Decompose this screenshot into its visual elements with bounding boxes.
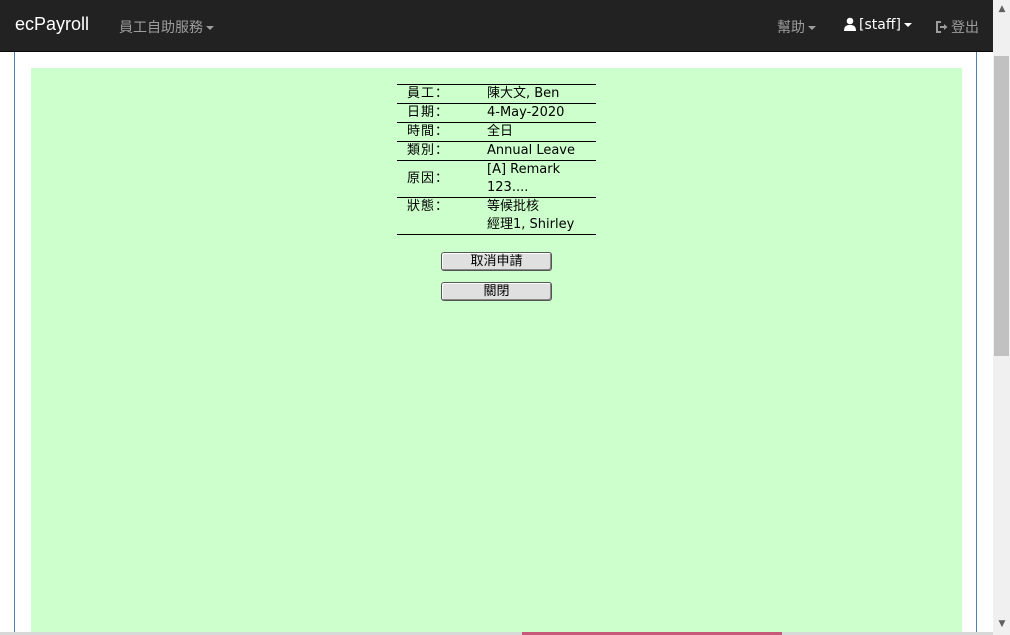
- scrollbar-thumb[interactable]: [994, 56, 1009, 356]
- menu-self-service-label: 員工自助服務: [119, 20, 203, 36]
- row-date: 日期： 4-May-2020: [397, 103, 596, 123]
- value-reason-line2: 123....: [487, 180, 529, 195]
- chevron-down-icon: [206, 26, 214, 30]
- chevron-down-icon: [903, 23, 912, 27]
- row-type: 類別： Annual Leave: [397, 141, 596, 161]
- logout-link[interactable]: 登出: [935, 17, 979, 37]
- value-reason: [A] Remark 123....: [487, 161, 596, 198]
- menu-user-label: [staff]: [859, 17, 901, 33]
- label-type: 類別：: [407, 143, 450, 158]
- label-date: 日期：: [407, 105, 450, 120]
- label-status: 狀態：: [407, 199, 450, 214]
- logout-icon: [936, 21, 948, 33]
- brand-logo[interactable]: ecPayroll: [15, 14, 89, 35]
- row-reason: 原因： [A] Remark 123....: [397, 160, 596, 198]
- row-time: 時間： 全日: [397, 122, 596, 142]
- scroll-up-arrow-icon[interactable]: ▲: [996, 3, 1008, 15]
- row-status: 狀態： 等候批核 經理1, Shirley: [397, 197, 596, 235]
- value-status-line2: 經理1, Shirley: [487, 217, 575, 232]
- cancel-application-button[interactable]: 取消申請: [441, 252, 552, 271]
- value-employee: 陳大文, Ben: [487, 86, 560, 101]
- label-reason: 原因：: [407, 171, 450, 186]
- value-status-line1: 等候批核: [487, 199, 540, 214]
- scroll-down-arrow-icon[interactable]: ▼: [996, 618, 1008, 630]
- value-status: 等候批核 經理1, Shirley: [487, 198, 596, 235]
- close-button[interactable]: 關閉: [441, 282, 552, 301]
- user-icon: [844, 17, 856, 31]
- value-type: Annual Leave: [487, 143, 575, 158]
- top-navbar: ecPayroll 員工自助服務 幫助 [staff] 登出: [0, 0, 993, 52]
- menu-user[interactable]: [staff]: [843, 17, 912, 33]
- value-time: 全日: [487, 124, 514, 139]
- row-employee: 員工： 陳大文, Ben: [397, 84, 596, 104]
- menu-self-service[interactable]: 員工自助服務: [119, 17, 214, 37]
- value-reason-line1: [A] Remark: [487, 162, 561, 177]
- menu-help-label: 幫助: [777, 20, 805, 36]
- label-time: 時間：: [407, 124, 450, 139]
- menu-help[interactable]: 幫助: [777, 17, 816, 37]
- leave-details-table: 員工： 陳大文, Ben 日期： 4-May-2020 時間： 全日 類別： A…: [397, 84, 596, 235]
- logout-label: 登出: [951, 20, 979, 36]
- value-date: 4-May-2020: [487, 105, 565, 120]
- label-employee: 員工：: [407, 86, 450, 101]
- chevron-down-icon: [808, 26, 816, 30]
